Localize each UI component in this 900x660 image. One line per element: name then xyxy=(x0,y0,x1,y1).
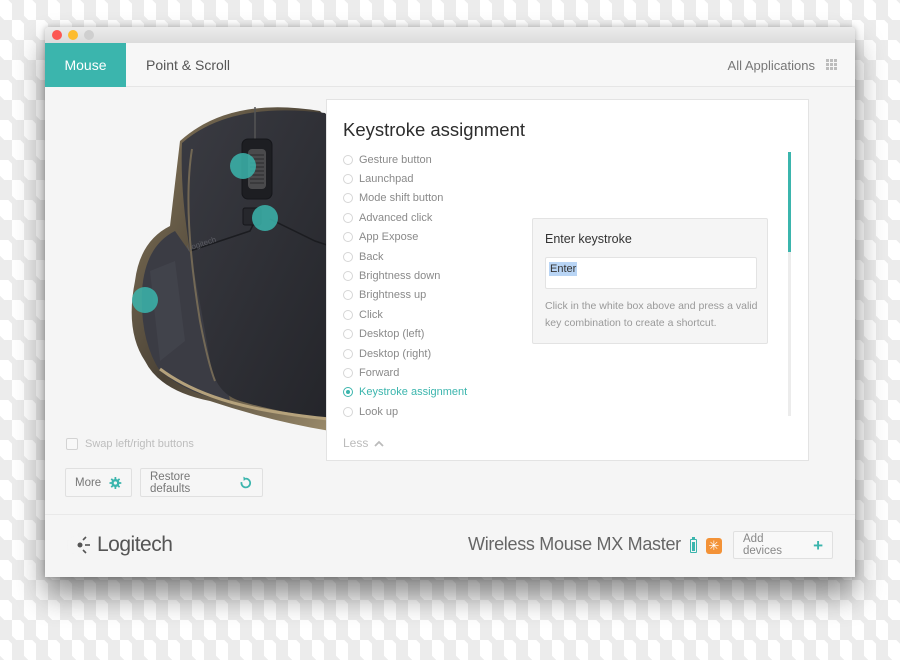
option-label: Desktop (right) xyxy=(359,347,432,360)
radio-button[interactable] xyxy=(343,329,353,340)
option-click[interactable]: Click xyxy=(343,305,467,324)
plus-icon: + xyxy=(813,535,823,555)
option-label: Keystroke assignment xyxy=(359,386,468,399)
title-bar xyxy=(45,27,855,43)
option-label: Mode shift button xyxy=(359,192,444,205)
logitech-logo: Logitech xyxy=(65,533,173,557)
radio-button[interactable] xyxy=(343,174,353,185)
close-window-button[interactable] xyxy=(52,30,62,40)
logitech-wordmark: Logitech xyxy=(97,533,173,556)
scrollbar[interactable] xyxy=(788,152,791,416)
radio-button[interactable] xyxy=(343,406,353,417)
action-options-list: Gesture button Launchpad Mode shift butt… xyxy=(343,150,467,421)
option-brightness-up[interactable]: Brightness up xyxy=(343,286,467,305)
hotspot-gesture-button[interactable] xyxy=(132,287,158,313)
option-desktop-right[interactable]: Desktop (right) xyxy=(343,344,467,363)
radio-button[interactable] xyxy=(343,232,353,243)
mouse-image: Logitech xyxy=(120,101,331,431)
radio-button[interactable] xyxy=(343,154,353,165)
maximize-window-button[interactable] xyxy=(84,30,94,40)
keystroke-box: Enter keystroke Enter Click in the white… xyxy=(532,218,768,344)
option-label: Look up xyxy=(359,405,399,418)
radio-button[interactable] xyxy=(343,348,353,359)
option-label: Gesture button xyxy=(359,153,432,166)
gear-icon xyxy=(109,476,122,489)
option-brightness-down[interactable]: Brightness down xyxy=(343,266,467,285)
hotspot-thumbwheel[interactable] xyxy=(230,153,256,179)
mouse-illustration: Logitech xyxy=(131,107,331,431)
option-label: Advanced click xyxy=(359,211,433,224)
option-app-expose[interactable]: App Expose xyxy=(343,228,467,247)
app-window: Mouse Point & Scroll All Applications Lo… xyxy=(45,27,855,577)
option-label: Back xyxy=(359,250,384,263)
tab-bar: Mouse Point & Scroll All Applications xyxy=(45,43,855,87)
option-label: Click xyxy=(359,308,383,321)
device-name: Wireless Mouse MX Master xyxy=(468,534,681,554)
option-launchpad[interactable]: Launchpad xyxy=(343,169,467,188)
more-label: More xyxy=(75,476,102,489)
option-forward[interactable]: Forward xyxy=(343,363,467,382)
battery-icon xyxy=(690,537,697,553)
swap-buttons-label: Swap left/right buttons xyxy=(85,438,194,450)
all-applications-link[interactable]: All Applications xyxy=(728,43,815,87)
radio-button[interactable] xyxy=(343,251,353,262)
more-button[interactable]: More xyxy=(65,468,132,497)
radio-button[interactable] xyxy=(343,290,353,301)
flow-icon[interactable]: ✳ xyxy=(706,538,722,554)
refresh-icon xyxy=(240,476,252,488)
option-label: Brightness down xyxy=(359,270,441,283)
swap-buttons-option[interactable]: Swap left/right buttons xyxy=(66,438,194,450)
grid-icon[interactable] xyxy=(826,59,837,70)
option-label: Forward xyxy=(359,366,400,379)
restore-defaults-label: Restore defaults xyxy=(150,470,191,495)
option-label: Brightness up xyxy=(359,289,427,302)
radio-button[interactable] xyxy=(343,309,353,320)
less-toggle[interactable]: Less xyxy=(343,436,384,450)
footer: Logitech Wireless Mouse MX Master ✳ Add … xyxy=(45,514,855,577)
tab-point-scroll[interactable]: Point & Scroll xyxy=(146,43,230,87)
chevron-up-icon xyxy=(374,440,384,447)
option-gesture-button[interactable]: Gesture button xyxy=(343,150,467,169)
panel-title: Keystroke assignment xyxy=(343,119,526,140)
restore-defaults-button[interactable]: Restore defaults xyxy=(140,468,263,497)
option-keystroke-assignment[interactable]: Keystroke assignment xyxy=(343,383,467,402)
radio-button[interactable] xyxy=(343,212,353,223)
minimize-window-button[interactable] xyxy=(68,30,78,40)
add-devices-button[interactable]: Add devices + xyxy=(733,531,833,559)
radio-button[interactable] xyxy=(343,193,353,204)
add-devices-label: Add devices xyxy=(743,533,782,557)
option-back[interactable]: Back xyxy=(343,247,467,266)
less-label: Less xyxy=(343,436,369,450)
logitech-logo-icon xyxy=(66,536,90,554)
option-label: Desktop (left) xyxy=(359,328,425,341)
keystroke-title: Enter keystroke xyxy=(545,232,632,246)
radio-button[interactable] xyxy=(343,367,353,378)
swap-buttons-checkbox[interactable] xyxy=(66,438,78,450)
option-desktop-left[interactable]: Desktop (left) xyxy=(343,325,467,344)
hotspot-mode-shift[interactable] xyxy=(252,205,278,231)
keystroke-value: Enter xyxy=(549,262,578,276)
option-label: App Expose xyxy=(359,231,419,244)
option-mode-shift-button[interactable]: Mode shift button xyxy=(343,189,467,208)
option-advanced-click[interactable]: Advanced click xyxy=(343,208,467,227)
keystroke-help-text: Click in the white box above and press a… xyxy=(545,300,758,329)
action-panel: Keystroke assignment Gesture button Laun… xyxy=(326,99,809,461)
option-look-up[interactable]: Look up xyxy=(343,402,467,421)
radio-button-selected[interactable] xyxy=(343,387,353,398)
option-label: Launchpad xyxy=(359,173,414,186)
keystroke-input[interactable]: Enter xyxy=(545,257,757,289)
tab-mouse[interactable]: Mouse xyxy=(45,43,126,87)
scrollbar-thumb[interactable] xyxy=(788,152,791,252)
radio-button[interactable] xyxy=(343,271,353,282)
